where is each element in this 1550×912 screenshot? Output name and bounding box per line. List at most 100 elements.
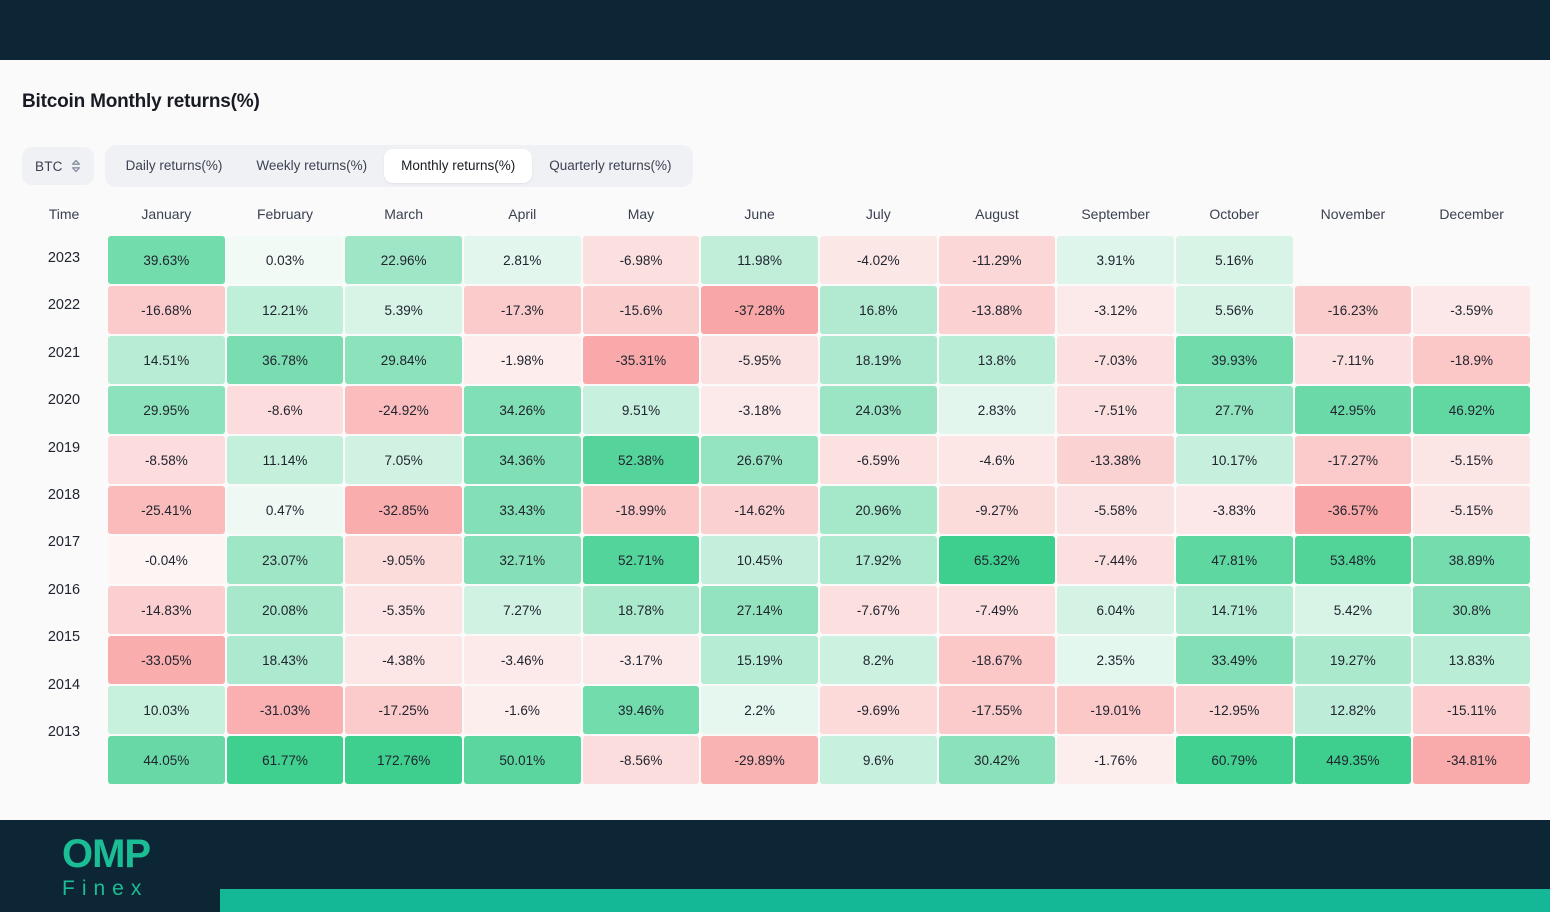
returns-cell: -7.03% <box>1057 336 1174 384</box>
column-header-september: September <box>1081 206 1150 222</box>
returns-cell: 39.93% <box>1175 336 1293 384</box>
returns-cell: 172.76% <box>345 736 462 784</box>
returns-cell: 36.78% <box>226 336 344 384</box>
returns-cell-empty <box>1413 236 1530 284</box>
row-year-label: 2022 <box>47 297 81 314</box>
tab-quarterly-returns[interactable]: Quarterly returns(%) <box>532 149 688 183</box>
returns-cell: 18.43% <box>226 636 344 684</box>
returns-cell: -9.27% <box>938 486 1056 534</box>
returns-cell: -11.29% <box>938 236 1056 284</box>
returns-cell: -36.57% <box>1294 486 1412 534</box>
returns-cell: 12.21% <box>226 286 344 334</box>
returns-cell: 32.71% <box>463 536 581 584</box>
returns-cell: -17.55% <box>938 686 1056 734</box>
returns-cell: 15.19% <box>701 636 818 684</box>
returns-cell: 20.96% <box>819 486 937 534</box>
footer-accent-bar <box>220 889 1550 912</box>
returns-cell: 6.04% <box>1057 586 1174 634</box>
returns-cell: -15.11% <box>1413 686 1530 734</box>
returns-cell: -35.31% <box>582 336 700 384</box>
returns-cell: 10.17% <box>1175 436 1293 484</box>
table-header-row: Time January February March April May June July… <box>22 200 1530 234</box>
returns-period-tabs: Daily returns(%) Weekly returns(%) Month… <box>104 145 693 187</box>
returns-cell: -7.49% <box>938 586 1056 634</box>
returns-cell: -24.92% <box>345 386 462 434</box>
returns-cell: 60.79% <box>1175 736 1293 784</box>
column-header-march: March <box>384 206 424 222</box>
row-year-label: 2021 <box>47 344 81 361</box>
returns-cell: -17.3% <box>463 286 581 334</box>
returns-cell: 52.71% <box>582 536 700 584</box>
returns-cell: -5.95% <box>701 336 818 384</box>
returns-cell: -7.44% <box>1057 536 1174 584</box>
table-row: 2023 39.63% 0.03% 22.96% 2.81% -6.98% 11.98% -4… <box>22 236 1530 284</box>
returns-cell: -9.05% <box>345 536 462 584</box>
returns-cell: -14.62% <box>701 486 818 534</box>
returns-cell: -3.17% <box>582 636 700 684</box>
returns-cell: 61.77% <box>226 736 344 784</box>
returns-cell: -18.67% <box>938 636 1056 684</box>
table-row: 2016 -14.83% 20.08% -5.35% 7.27% 18.78% 27.14%… <box>22 582 1530 634</box>
returns-cell: -7.67% <box>819 586 937 634</box>
returns-cell: 13.8% <box>938 336 1056 384</box>
returns-cell: 44.05% <box>108 736 225 784</box>
returns-cell: 3.91% <box>1057 236 1174 284</box>
returns-cell: -9.69% <box>819 686 937 734</box>
column-header-july: July <box>865 206 891 222</box>
returns-cell: 19.27% <box>1294 636 1412 684</box>
returns-cell: 7.27% <box>463 586 581 634</box>
returns-cell: -4.38% <box>345 636 462 684</box>
returns-cell: 24.03% <box>819 386 937 434</box>
returns-cell: 18.19% <box>819 336 937 384</box>
page-root: Bitcoin Monthly returns(%) BTC Daily ret… <box>0 0 1550 912</box>
returns-cell: 29.84% <box>345 336 462 384</box>
returns-cell: 0.47% <box>226 486 344 534</box>
table-row: 2021 14.51% 36.78% 29.84% -1.98% -35.31% -5.95… <box>22 336 1530 384</box>
column-header-october: October <box>1209 206 1260 222</box>
top-bar <box>0 0 1550 60</box>
returns-cell: -1.6% <box>463 686 581 734</box>
returns-cell: -17.25% <box>345 686 462 734</box>
returns-cell: -16.68% <box>108 286 225 334</box>
returns-cell: -14.83% <box>108 586 225 634</box>
returns-cell: -5.35% <box>345 586 462 634</box>
returns-cell: -13.38% <box>1057 436 1174 484</box>
row-year-label: 2019 <box>47 439 81 456</box>
returns-cell: 5.56% <box>1175 286 1293 334</box>
returns-cell: -34.81% <box>1413 736 1530 784</box>
returns-cell: 42.95% <box>1294 386 1412 434</box>
returns-cell: -31.03% <box>226 686 344 734</box>
tab-weekly-returns[interactable]: Weekly returns(%) <box>239 149 384 183</box>
returns-cell: -16.23% <box>1294 286 1412 334</box>
returns-cell: -6.98% <box>582 236 700 284</box>
returns-cell: 2.35% <box>1057 636 1174 684</box>
returns-cell: -3.59% <box>1413 286 1530 334</box>
returns-cell: 5.42% <box>1294 586 1412 634</box>
returns-cell: 9.51% <box>582 386 700 434</box>
returns-cell: 14.71% <box>1175 586 1293 634</box>
returns-cell: 0.03% <box>226 236 344 284</box>
returns-cell: 12.82% <box>1294 686 1412 734</box>
table-row: 2015 -33.05% 18.43% -4.38% -3.46% -3.17% 15.19… <box>22 629 1530 684</box>
symbol-select[interactable]: BTC <box>22 147 94 185</box>
returns-cell: -25.41% <box>108 486 225 534</box>
returns-cell: -5.58% <box>1057 486 1174 534</box>
tab-monthly-returns[interactable]: Monthly returns(%) <box>384 149 533 183</box>
returns-cell: 7.05% <box>345 436 462 484</box>
returns-cell: -18.99% <box>582 486 700 534</box>
returns-cell: -29.89% <box>701 736 818 784</box>
returns-cell: 39.46% <box>582 686 700 734</box>
tab-daily-returns[interactable]: Daily returns(%) <box>109 149 240 183</box>
column-header-december: December <box>1439 206 1504 222</box>
returns-cell: 449.35% <box>1294 736 1412 784</box>
returns-cell: 20.08% <box>226 586 344 634</box>
returns-cell: -4.6% <box>938 436 1056 484</box>
returns-cell: 33.43% <box>463 486 581 534</box>
returns-cell: 2.83% <box>938 386 1056 434</box>
returns-cell: -3.18% <box>701 386 818 434</box>
returns-cell: -13.88% <box>938 286 1056 334</box>
returns-cell: 14.51% <box>108 336 225 384</box>
column-header-april: April <box>508 206 537 222</box>
returns-cell: 2.2% <box>701 686 818 734</box>
column-header-august: August <box>975 206 1019 222</box>
